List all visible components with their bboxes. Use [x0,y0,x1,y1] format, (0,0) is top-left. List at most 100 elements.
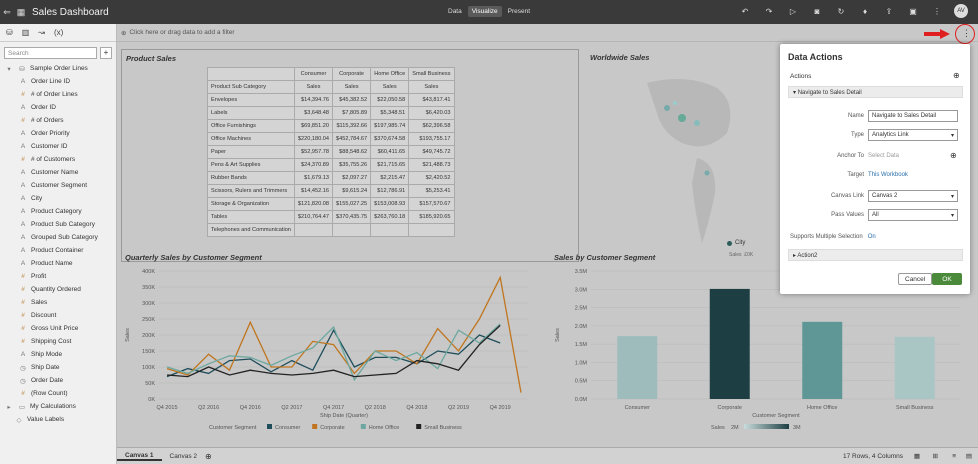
table-row[interactable]: Tables $210,764.47 $370,435.75 $263,760.18 $… [207,210,455,224]
play-icon[interactable]: ▷ [786,7,800,16]
tree-item-label: Order Date [31,377,64,384]
table-row[interactable]: Envelopes $14,394.76 $45,382.52 $22,050.58 $… [207,93,455,107]
table-row[interactable]: Paper $52,957.78 $88,548.62 $60,411.65 $49,7… [207,145,455,159]
canvas-link-select[interactable]: Canvas 2 ▾ [868,190,958,202]
visualizations-tab-icon[interactable]: ▥ [22,28,30,37]
worldwide-sales-panel[interactable]: Worldwide Sales City Sales £0K [587,49,777,262]
ok-button[interactable]: OK [932,273,962,285]
cancel-button[interactable]: Cancel [898,273,933,285]
tree-item[interactable]: A Customer Name [18,166,116,179]
table-row[interactable]: Pens & Art Supplies $24,370.89 $35,755.26 $… [207,158,455,172]
expand-icon[interactable]: ▸ [4,403,14,411]
add-anchor-icon[interactable]: ⊕ [950,151,957,160]
tree-item[interactable]: ◷ Order Date [18,374,116,387]
pass-values-select[interactable]: All ▾ [868,209,958,221]
tab-present[interactable]: Present [504,6,534,17]
add-canvas-icon[interactable]: ⊕ [205,452,212,461]
action-section-navigate[interactable]: ▾ Navigate to Sales Detail [788,86,963,98]
table-row[interactable]: Storage & Organization $121,820.08 $155,02… [207,197,455,211]
lightbulb-icon[interactable]: ♦ [858,7,872,16]
multi-select-toggle[interactable]: On [868,234,876,240]
add-data-icon[interactable]: + [100,47,112,59]
tree-item[interactable]: # Shipping Cost [18,335,116,348]
tab-canvas-1[interactable]: Canvas 1 [117,452,162,461]
filter-bar[interactable]: ⊕ Click here or drag data to add a filter [117,24,978,42]
action-section-action2[interactable]: ▸ Action2 [788,249,963,261]
avatar[interactable]: AV [954,4,968,18]
undo-icon[interactable]: ↶ [738,7,752,16]
action-name-field[interactable]: Navigate to Sales Detail [868,110,958,122]
refresh-icon[interactable]: ↻ [834,7,848,16]
analytics-tab-icon[interactable]: ↝ [38,28,45,37]
table-row[interactable]: Scissors, Rulers and Trimmers $14,452.16 $… [207,184,455,198]
expand-icon[interactable]: ▾ [4,65,14,73]
tree-item[interactable]: # Sales [18,296,116,309]
tree-item[interactable]: # Discount [18,309,116,322]
tree-value-labels[interactable]: ◇ Value Labels [4,413,116,426]
measure-header: Sales [408,80,455,94]
tree-item-label: Product Category [31,208,82,215]
tree-root[interactable]: ▾ ⛁ Sample Order Lines [4,62,116,75]
table-row[interactable]: Telephones and Communication [207,223,455,237]
quarterly-sales-panel[interactable]: Quarterly Sales by Customer Segment 0K 50… [121,249,545,439]
product-sales-panel[interactable]: Product Sales Consumer Corporate Home Offi… [121,49,579,262]
tab-data[interactable]: Data [444,6,466,17]
bar[interactable] [617,336,658,399]
save-icon[interactable]: ▣ [906,7,920,16]
world-map[interactable] [587,63,777,263]
tree-item[interactable]: # # of Customers [18,153,116,166]
tree-item[interactable]: A Product Name [18,257,116,270]
table-cell: Storage & Organization [207,197,295,211]
back-icon[interactable]: ⇐ [0,7,14,18]
tree-item[interactable]: A Customer ID [18,140,116,153]
tree-item[interactable]: # Quantity Ordered [18,283,116,296]
target-link[interactable]: This Workbook [868,172,908,178]
tree-item[interactable]: A Grouped Sub Category [18,231,116,244]
add-action-icon[interactable]: ⊕ [953,71,960,80]
table-row[interactable]: Office Machines $220,180.04 $452,784.67 $37… [207,132,455,146]
table-cell: $35,755.26 [332,158,372,172]
table-row[interactable]: Labels $3,648.48 $7,805.89 $5,348.51 $6,420.… [207,106,455,120]
bar[interactable] [802,321,843,399]
tab-canvas-2[interactable]: Canvas 2 [162,453,205,460]
quarterly-line-chart[interactable]: 0K 50K 100K 150K 200K 250K 300K 350K 400K Q4 2015… [121,263,545,439]
grid-view-icon[interactable]: ▦ [914,452,920,460]
tree-item[interactable]: A Order Priority [18,127,116,140]
series-line[interactable] [166,323,501,382]
kebab-menu-icon[interactable]: ⋮ [962,28,971,39]
search-input[interactable]: Search [4,47,97,59]
tab-visualize[interactable]: Visualize [467,6,502,17]
tree-item[interactable]: ◷ Ship Date [18,361,116,374]
tree-item[interactable]: # # of Orders [18,114,116,127]
tree-item[interactable]: A Product Container [18,244,116,257]
sheet-icon[interactable]: ▤ [966,452,972,460]
data-tab-icon[interactable]: ⛁ [6,28,13,37]
tree-item[interactable]: A Customer Segment [18,179,116,192]
bar[interactable] [709,288,750,399]
tree-item[interactable]: A Ship Mode [18,348,116,361]
tree-item[interactable]: # Gross Unit Price [18,322,116,335]
tree-item[interactable]: A Product Category [18,205,116,218]
export-icon[interactable]: ⇪ [882,7,896,16]
list-view-icon[interactable]: ≡ [952,453,956,460]
tree-item[interactable]: A City [18,192,116,205]
tree-my-calculations[interactable]: ▸ ▭ My Calculations [4,400,116,413]
tree-item[interactable]: A Order Line ID [18,75,116,88]
tree-item[interactable]: A Product Sub Category [18,218,116,231]
date-icon: ◷ [20,364,26,372]
menu-icon[interactable]: ⋮ [930,7,944,16]
tree-item[interactable]: # (Row Count) [18,387,116,400]
tree-item[interactable]: # Profit [18,270,116,283]
table-row[interactable]: Rubber Bands $1,679.13 $2,097.27 $2,215.47 $… [207,171,455,185]
tree-item[interactable]: # # of Order Lines [18,88,116,101]
type-select[interactable]: Analytics Link ▾ [868,129,958,141]
anchor-select-placeholder[interactable]: Select Data [868,153,950,159]
calculation-tab-icon[interactable]: (x) [54,28,63,37]
redo-icon[interactable]: ↷ [762,7,776,16]
product-sales-table[interactable]: Consumer Corporate Home Office Small Busine… [207,67,455,237]
bar[interactable] [894,336,935,399]
table-row[interactable]: Office Furnishings $69,851.20 $115,392.66 $… [207,119,455,133]
zoom-icon[interactable]: ⊞ [933,452,938,460]
tree-item[interactable]: A Order ID [18,101,116,114]
camera-icon[interactable]: ◙ [810,7,824,16]
